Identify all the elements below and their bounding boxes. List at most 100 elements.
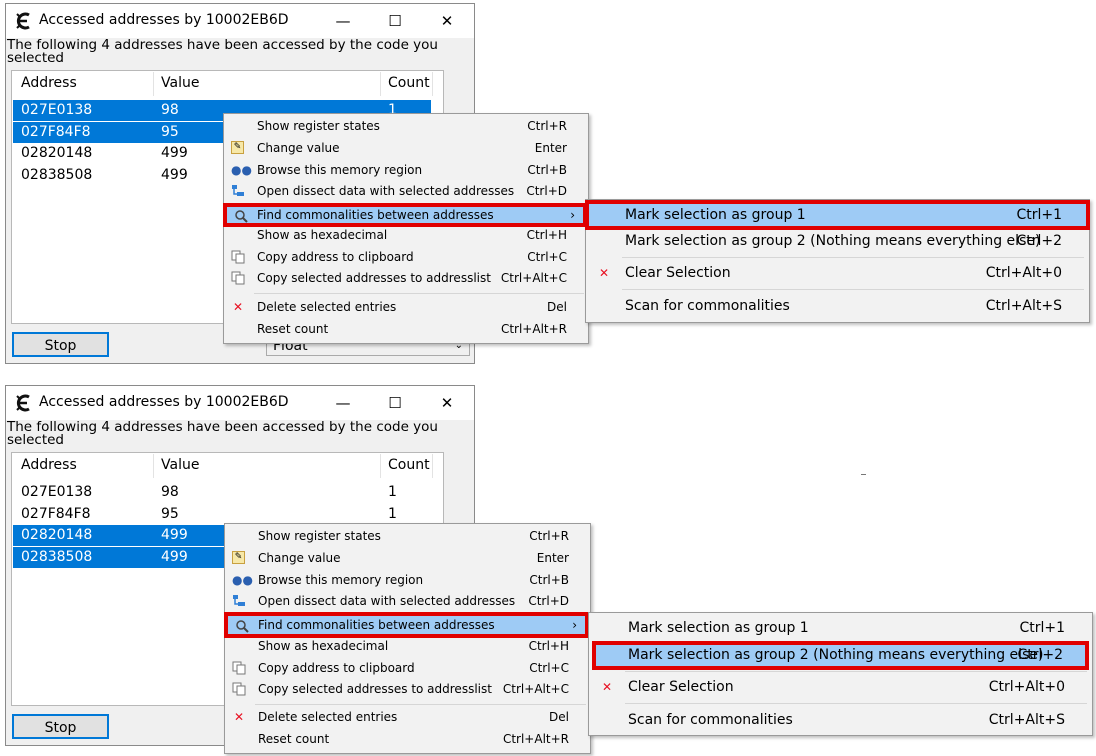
maximize-icon[interactable]: ☐: [384, 392, 406, 414]
context-menu: Show register states Ctrl+R ✎ Change val…: [223, 113, 589, 344]
menu-separator: [622, 289, 1084, 290]
menu-item-show-register-states[interactable]: Show register states Ctrl+R: [225, 116, 587, 137]
column-header-count[interactable]: Count: [388, 455, 430, 475]
title-bar: Accessed addresses by 10002EB6D — ☐ ✕: [6, 4, 474, 38]
close-icon[interactable]: ✕: [436, 392, 458, 414]
submenu-item-mark-group-2[interactable]: Mark selection as group 2 (Nothing means…: [587, 228, 1088, 254]
menu-item-label: Find commonalities between addresses: [258, 618, 495, 632]
menu-item-change-value[interactable]: ✎ Change value Enter: [225, 138, 587, 159]
submenu-item-scan-commonalities[interactable]: Scan for commonalities Ctrl+Alt+S: [587, 293, 1088, 319]
submenu-item-shortcut: Ctrl+1: [1016, 207, 1062, 223]
copy-icon: [231, 271, 245, 285]
submenu-item-clear-selection[interactable]: ✕ Clear Selection Ctrl+Alt+0: [590, 674, 1091, 700]
submenu-item-clear-selection[interactable]: ✕ Clear Selection Ctrl+Alt+0: [587, 260, 1088, 286]
menu-item-label: Show register states: [258, 529, 381, 543]
commonalities-submenu: Mark selection as group 1 Ctrl+1 Mark se…: [588, 612, 1093, 736]
submenu-arrow-icon: ›: [572, 618, 577, 632]
menu-item-shortcut: Ctrl+B: [529, 573, 569, 587]
menu-item-shortcut: Del: [547, 300, 567, 314]
menu-item-reset-count[interactable]: Reset count Ctrl+Alt+R: [225, 319, 587, 340]
column-header-address[interactable]: Address: [21, 73, 77, 93]
stop-button[interactable]: Stop: [12, 714, 109, 739]
cheat-engine-icon: [16, 394, 30, 412]
menu-item-copy-address[interactable]: Copy address to clipboard Ctrl+C: [225, 247, 587, 268]
menu-item-label: Open dissect data with selected addresse…: [257, 184, 515, 198]
submenu-item-scan-commonalities[interactable]: Scan for commonalities Ctrl+Alt+S: [590, 707, 1091, 733]
menu-item-browse-memory[interactable]: ●● Browse this memory region Ctrl+B: [225, 160, 587, 181]
menu-separator: [255, 704, 586, 705]
column-header-count[interactable]: Count: [388, 73, 430, 93]
menu-separator: [622, 257, 1084, 258]
minimize-icon[interactable]: —: [332, 10, 354, 32]
address-cell: 027E0138: [21, 102, 93, 118]
submenu-item-mark-group-1[interactable]: Mark selection as group 1 Ctrl+1: [585, 200, 1090, 230]
menu-item-browse-memory[interactable]: ●● Browse this memory region Ctrl+B: [226, 570, 589, 591]
menu-item-show-register-states[interactable]: Show register states Ctrl+R: [226, 526, 589, 547]
submenu-item-shortcut: Ctrl+Alt+0: [985, 265, 1062, 281]
menu-item-open-dissect-data[interactable]: Open dissect data with selected addresse…: [226, 591, 589, 612]
menu-item-copy-to-addresslist[interactable]: Copy selected addresses to addresslist C…: [225, 268, 587, 289]
submenu-item-shortcut: Ctrl+Alt+S: [985, 298, 1062, 314]
screenshot-panel-2: Accessed addresses by 10002EB6D — ☐ ✕ Th…: [0, 382, 1096, 756]
menu-item-change-value[interactable]: ✎ Change value Enter: [226, 548, 589, 569]
value-cell: 95: [161, 506, 179, 522]
menu-item-shortcut: Ctrl+R: [527, 119, 567, 133]
count-cell: 1: [388, 506, 397, 522]
submenu-item-label: Mark selection as group 2 (Nothing means…: [625, 233, 1041, 249]
value-cell: 499: [161, 167, 188, 183]
menu-item-label: Reset count: [258, 732, 330, 746]
menu-item-show-as-hexadecimal[interactable]: Show as hexadecimal Ctrl+H: [225, 225, 587, 246]
menu-item-reset-count[interactable]: Reset count Ctrl+Alt+R: [226, 729, 589, 750]
screenshot-panel-1: Accessed addresses by 10002EB6D — ☐ ✕ Th…: [0, 0, 1096, 374]
menu-item-shortcut: Ctrl+Alt+C: [502, 682, 569, 696]
count-cell: 1: [388, 484, 397, 500]
menu-item-open-dissect-data[interactable]: Open dissect data with selected addresse…: [225, 181, 587, 202]
value-cell: 98: [161, 484, 179, 500]
column-divider: [432, 454, 433, 478]
submenu-item-label: Clear Selection: [628, 679, 734, 695]
maximize-icon[interactable]: ☐: [384, 10, 406, 32]
stop-button[interactable]: Stop: [12, 332, 109, 357]
menu-item-shortcut: Ctrl+C: [529, 661, 569, 675]
menu-separator: [625, 703, 1087, 704]
menu-item-shortcut: Enter: [534, 141, 567, 155]
address-cell: 02838508: [21, 167, 93, 183]
menu-item-shortcut: Ctrl+Alt+R: [500, 322, 567, 336]
menu-item-copy-to-addresslist[interactable]: Copy selected addresses to addresslist C…: [226, 679, 589, 700]
submenu-item-shortcut: Ctrl+2: [1017, 647, 1063, 663]
submenu-item-label: Clear Selection: [625, 265, 731, 281]
menu-item-show-as-hexadecimal[interactable]: Show as hexadecimal Ctrl+H: [226, 636, 589, 657]
menu-item-copy-address[interactable]: Copy address to clipboard Ctrl+C: [226, 658, 589, 679]
submenu-item-label: Mark selection as group 2 (Nothing means…: [628, 647, 1044, 663]
menu-item-label: Browse this memory region: [257, 163, 423, 177]
menu-item-shortcut: Ctrl+D: [526, 184, 567, 198]
menu-item-delete-entries[interactable]: ✕ Delete selected entries Del: [226, 707, 589, 728]
value-cell: 95: [161, 124, 179, 140]
title-bar: Accessed addresses by 10002EB6D — ☐ ✕: [6, 386, 474, 420]
column-header-value[interactable]: Value: [161, 455, 199, 475]
menu-item-label: Find commonalities between addresses: [257, 208, 494, 222]
context-menu: Show register states Ctrl+R ✎ Change val…: [224, 523, 591, 754]
submenu-item-mark-group-1[interactable]: Mark selection as group 1 Ctrl+1: [590, 615, 1091, 641]
column-divider: [153, 72, 154, 96]
column-header-address[interactable]: Address: [21, 455, 77, 475]
value-cell: 98: [161, 102, 179, 118]
magnifier-icon: [235, 210, 248, 223]
copy-icon: [232, 661, 246, 675]
column-header-value[interactable]: Value: [161, 73, 199, 93]
menu-item-label: Change value: [258, 551, 341, 565]
address-cell: 027E0138: [21, 484, 93, 500]
menu-item-delete-entries[interactable]: ✕ Delete selected entries Del: [225, 297, 587, 318]
structure-icon: [233, 595, 245, 606]
menu-item-find-commonalities[interactable]: Find commonalities between addresses ›: [223, 203, 587, 227]
menu-item-find-commonalities[interactable]: Find commonalities between addresses ›: [224, 612, 589, 638]
menu-item-label: Copy selected addresses to addresslist: [258, 682, 492, 696]
menu-item-label: Copy selected addresses to addresslist: [257, 271, 491, 285]
menu-separator: [625, 671, 1087, 672]
table-row[interactable]: 027E0138 98 1: [13, 482, 431, 503]
minimize-icon[interactable]: —: [332, 392, 354, 414]
window-title: Accessed addresses by 10002EB6D: [39, 394, 289, 410]
table-row[interactable]: 027F84F8 95 1: [13, 504, 431, 525]
close-icon[interactable]: ✕: [436, 10, 458, 32]
submenu-item-mark-group-2[interactable]: Mark selection as group 2 (Nothing means…: [592, 641, 1089, 670]
